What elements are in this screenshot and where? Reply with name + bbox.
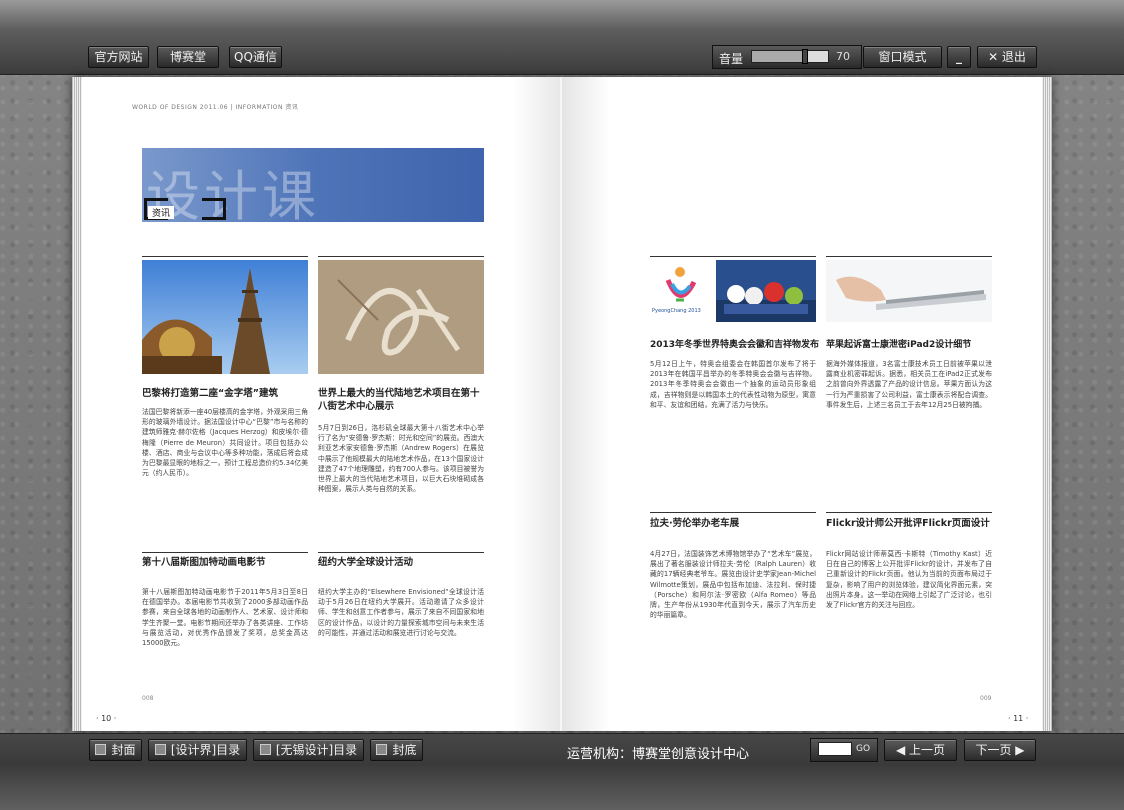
prev-page-button[interactable]: ◀ 上一页: [884, 739, 957, 761]
article-title[interactable]: 第十八届斯图加特动画电影节: [142, 556, 310, 569]
left-page[interactable]: WORLD OF DESIGN 2011.06 | INFORMATION 资讯…: [82, 77, 560, 731]
right-page[interactable]: PyeongChang 2013 2013年冬季世界特奥会会徽和吉祥物发布 5月…: [562, 77, 1042, 731]
article-title[interactable]: 巴黎将打造第二座“金字塔”建筑: [142, 387, 310, 400]
divider: [826, 256, 992, 257]
book-icon: [154, 744, 166, 755]
ipad-photo: [826, 260, 992, 322]
magazine-spread: WORLD OF DESIGN 2011.06 | INFORMATION 资讯…: [72, 77, 1052, 731]
article-body: 第十八届斯图加特动画电影节于2011年5月3日至8日在德国举办。本届电影节共收到…: [142, 588, 308, 648]
qq-button[interactable]: QQ通信: [229, 46, 282, 68]
land-art-photo: [318, 260, 484, 374]
page-number: · 11 ·: [1008, 714, 1029, 723]
go-button[interactable]: GO: [856, 744, 870, 754]
window-mode-button[interactable]: 窗口模式: [863, 46, 942, 68]
divider: [318, 256, 484, 257]
bracket-right: [202, 198, 226, 220]
article-title[interactable]: 苹果起诉富士康泄密iPad2设计细节: [826, 339, 996, 352]
eiffel-tower-photo: [142, 260, 308, 374]
article-body: 5月7日到26日，洛杉矶全球最大第十八街艺术中心举行了名为“安德鲁·罗杰斯：时光…: [318, 424, 484, 494]
page-header: WORLD OF DESIGN 2011.06 | INFORMATION 资讯: [132, 104, 299, 111]
page-icon: [95, 744, 107, 755]
divider: [142, 552, 308, 553]
volume-slider[interactable]: [751, 49, 829, 64]
article-body: 5月12日上午，特奥会组委会在韩国首尔发布了将于2013年在韩国平昌举办的冬季特…: [650, 360, 816, 409]
article-title[interactable]: Flickr设计师公开批评Flickr页面设计: [826, 517, 996, 530]
article-body: 据海外媒体报道，3名富士康技术员工日前被苹果以泄露商业机密罪起诉。据悉，相关员工…: [826, 360, 992, 409]
divider: [650, 512, 816, 513]
book-icon: [259, 744, 271, 755]
bosaitang-button[interactable]: 博赛堂: [157, 46, 219, 68]
divider: [142, 256, 308, 257]
cover-label: 封面: [111, 743, 136, 757]
page-icon: [376, 744, 388, 755]
volume-fill: [752, 51, 806, 62]
special-olympics-logo: PyeongChang 2013: [650, 260, 714, 322]
banner-tag: 资讯: [148, 206, 175, 219]
article-body: 4月27日，法国装饰艺术博物馆举办了“艺术车”展览，展出了著名服装设计师拉夫·劳…: [650, 550, 816, 620]
divider: [318, 552, 484, 553]
toc-wuxi-design-button[interactable]: [无锡设计]目录: [253, 739, 364, 761]
folio: 009: [980, 695, 992, 702]
volume-knob[interactable]: [802, 49, 809, 64]
article-title[interactable]: 世界上最大的当代陆地艺术项目在第十八街艺术中心展示: [318, 387, 486, 413]
divider: [650, 256, 816, 257]
toc-label: [无锡设计]目录: [275, 743, 358, 757]
page-number: · 10 ·: [96, 714, 117, 723]
operator-text: 运营机构：博赛堂创意设计中心: [567, 747, 750, 762]
article-body: 纽约大学主办的“Elsewhere Envisioned”全球设计活动于5月26…: [318, 588, 484, 637]
cover-button[interactable]: 封面: [89, 739, 142, 761]
article-body: 法国巴黎将新添一座40层楼高的金字塔，外观采用三角形的玻璃外墙设计。据法国设计中…: [142, 408, 308, 478]
page-stack-right: [1042, 77, 1052, 731]
article-title[interactable]: 纽约大学全球设计活动: [318, 556, 486, 569]
exit-button[interactable]: ✕ 退出: [977, 46, 1037, 68]
article-title[interactable]: 2013年冬季世界特奥会会徽和吉祥物发布: [650, 339, 820, 352]
mascots-photo: [716, 260, 816, 322]
back-cover-button[interactable]: 封底: [370, 739, 423, 761]
next-page-button[interactable]: 下一页 ▶: [964, 739, 1036, 761]
volume-label: 音量: [719, 52, 744, 66]
divider: [826, 512, 992, 513]
section-banner: 设计课 资讯: [142, 148, 484, 222]
toc-design-world-button[interactable]: [设计界]目录: [148, 739, 247, 761]
logo-caption: PyeongChang 2013: [652, 308, 701, 314]
minimize-button[interactable]: _: [947, 46, 971, 68]
article-title[interactable]: 拉夫·劳伦举办老车展: [650, 517, 820, 530]
folio: 008: [142, 695, 154, 702]
toc-label: [设计界]目录: [170, 743, 241, 757]
article-body: Flickr网站设计师蒂莫西·卡斯特（Timothy Kast）近日在自己的博客…: [826, 550, 992, 610]
page-stack-left: [72, 77, 82, 731]
volume-value: 70: [836, 50, 850, 63]
official-site-button[interactable]: 官方网站: [88, 46, 149, 68]
back-cover-label: 封底: [392, 743, 417, 757]
page-number-input[interactable]: [818, 742, 852, 756]
